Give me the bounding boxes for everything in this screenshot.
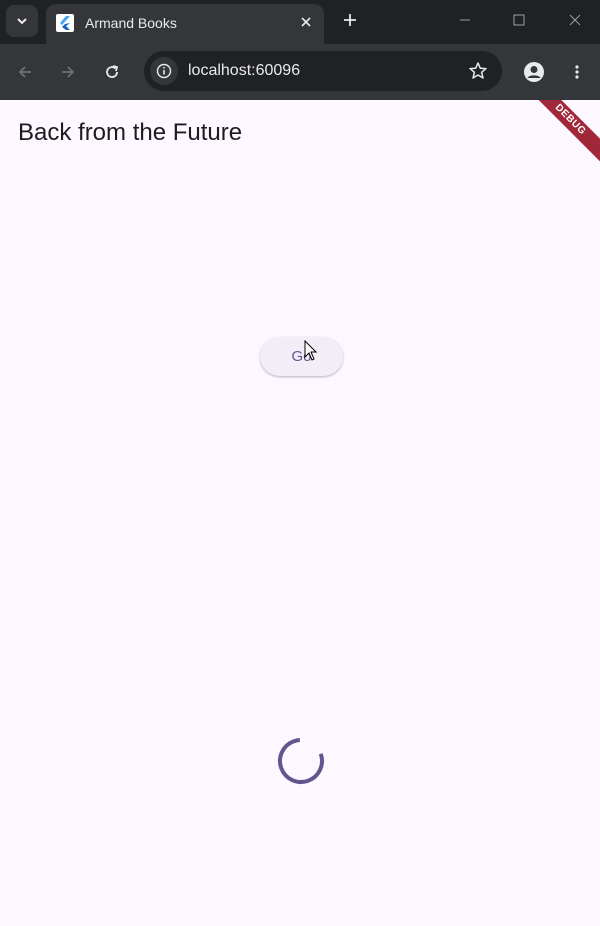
forward-button[interactable] xyxy=(52,56,84,88)
browser-toolbar: localhost:60096 xyxy=(0,44,600,100)
tab-search-button[interactable] xyxy=(6,5,38,37)
bookmark-button[interactable] xyxy=(466,59,490,83)
debug-banner: DEBUG xyxy=(521,100,600,169)
tab-strip: Armand Books xyxy=(0,0,600,44)
minimize-icon xyxy=(460,19,470,21)
browser-tab[interactable]: Armand Books xyxy=(46,4,324,44)
reload-icon xyxy=(106,65,119,78)
tab-close-button[interactable] xyxy=(296,12,316,32)
url-text: localhost:60096 xyxy=(188,62,301,79)
arrow-right-icon xyxy=(62,66,75,78)
maximize-icon xyxy=(513,14,525,26)
address-bar[interactable]: localhost:60096 xyxy=(144,51,502,91)
flutter-favicon-icon xyxy=(56,14,74,32)
window-close-button[interactable] xyxy=(553,6,597,34)
close-icon xyxy=(301,17,311,27)
reload-button[interactable] xyxy=(96,56,128,88)
loading-spinner xyxy=(278,738,324,784)
mouse-cursor-icon xyxy=(304,340,318,361)
profile-icon xyxy=(524,62,544,82)
menu-button[interactable] xyxy=(561,56,593,88)
new-tab-button[interactable] xyxy=(336,6,364,34)
maximize-button[interactable] xyxy=(497,6,541,34)
profile-button[interactable] xyxy=(518,56,550,88)
close-icon xyxy=(569,14,581,26)
page-title: Back from the Future xyxy=(18,119,243,146)
go-button[interactable]: Go xyxy=(260,337,343,376)
plus-icon xyxy=(344,14,356,26)
chevron-down-icon xyxy=(17,18,27,25)
tab-title: Armand Books xyxy=(85,15,177,31)
more-vert-icon xyxy=(575,65,579,79)
app-body: Back from the Future DEBUG Go xyxy=(0,100,600,926)
site-info-button[interactable] xyxy=(150,57,178,85)
back-button[interactable] xyxy=(9,56,41,88)
arrow-left-icon xyxy=(18,66,31,78)
star-icon xyxy=(469,62,487,79)
minimize-button[interactable] xyxy=(443,6,487,34)
info-icon xyxy=(156,63,172,79)
